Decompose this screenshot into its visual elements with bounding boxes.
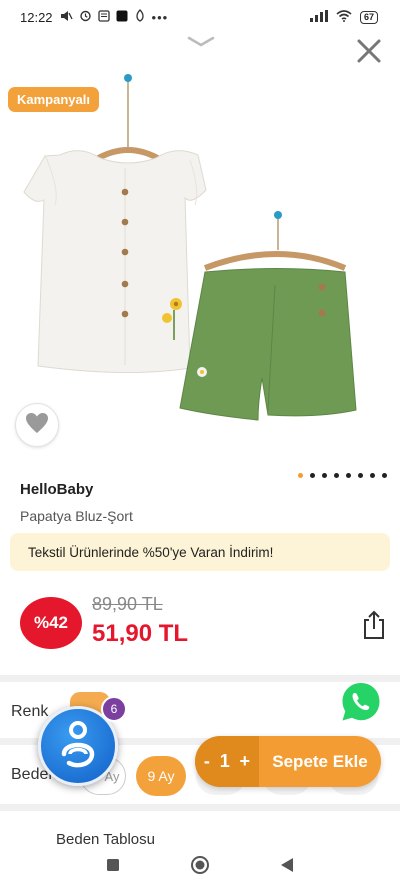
- promo-banner[interactable]: Tekstil Ürünlerinde %50'ye Varan İndirim…: [10, 533, 390, 571]
- battery-indicator: 67: [359, 11, 378, 24]
- baby-logo-icon: [55, 718, 101, 775]
- favorite-button[interactable]: [15, 403, 59, 447]
- product-name: Papatya Bluz-Şort: [20, 508, 133, 524]
- gallery-dot[interactable]: [358, 473, 363, 478]
- quantity-value: 1: [219, 751, 230, 771]
- heart-icon: [25, 412, 49, 439]
- leaf-icon: [134, 9, 146, 25]
- discount-badge: %42: [20, 597, 82, 649]
- gallery-dot[interactable]: [322, 473, 327, 478]
- gallery-dot[interactable]: [370, 473, 375, 478]
- size-table-label: Beden Tablosu: [56, 831, 155, 846]
- product-brand[interactable]: HelloBaby: [20, 481, 93, 498]
- app-icon: [116, 10, 128, 25]
- quantity-stepper: - 1 +: [195, 736, 259, 787]
- section-divider: [0, 804, 400, 811]
- gallery-dot[interactable]: [346, 473, 351, 478]
- share-icon[interactable]: [360, 610, 388, 640]
- whatsapp-button[interactable]: [339, 680, 383, 724]
- gallery-dot[interactable]: [298, 473, 303, 478]
- new-price: 51,90 TL: [92, 620, 189, 647]
- chevron-down-icon[interactable]: [186, 34, 216, 48]
- status-bar: 12:22 ••• 67: [0, 0, 400, 34]
- gallery-dot[interactable]: [334, 473, 339, 478]
- promo-text: Tekstil Ürünlerinde %50'ye Varan İndirim…: [28, 544, 274, 560]
- alarm-icon: [79, 9, 92, 25]
- back-icon[interactable]: [280, 857, 294, 878]
- cart-bar: - 1 + Sepete Ekle: [195, 736, 381, 787]
- gallery-dot[interactable]: [382, 473, 387, 478]
- news-icon: [97, 9, 110, 25]
- increase-button[interactable]: +: [240, 751, 251, 772]
- product-image[interactable]: [0, 60, 400, 460]
- mute-icon: [59, 10, 73, 25]
- whatsapp-icon: [339, 683, 383, 728]
- more-icon: •••: [151, 9, 169, 25]
- gallery-dot[interactable]: [310, 473, 315, 478]
- add-to-cart-button[interactable]: Sepete Ekle: [259, 736, 381, 787]
- signal-icon: [309, 10, 328, 25]
- system-nav-bar: [0, 846, 400, 888]
- decrease-button[interactable]: -: [204, 751, 210, 772]
- notification-badge: 6: [101, 696, 127, 722]
- color-label: Renk: [11, 703, 49, 720]
- gallery-dots: [298, 473, 387, 478]
- status-time: 12:22: [20, 9, 53, 25]
- home-icon[interactable]: [190, 855, 210, 880]
- wifi-icon: [336, 10, 352, 25]
- size-table-link[interactable]: Beden Tablosu: [56, 831, 155, 846]
- old-price: 89,90 TL: [92, 594, 163, 614]
- campaign-badge: Kampanyalı: [8, 87, 99, 112]
- size-option-selected[interactable]: 9 Ay: [136, 756, 186, 796]
- stop-icon[interactable]: [106, 858, 120, 877]
